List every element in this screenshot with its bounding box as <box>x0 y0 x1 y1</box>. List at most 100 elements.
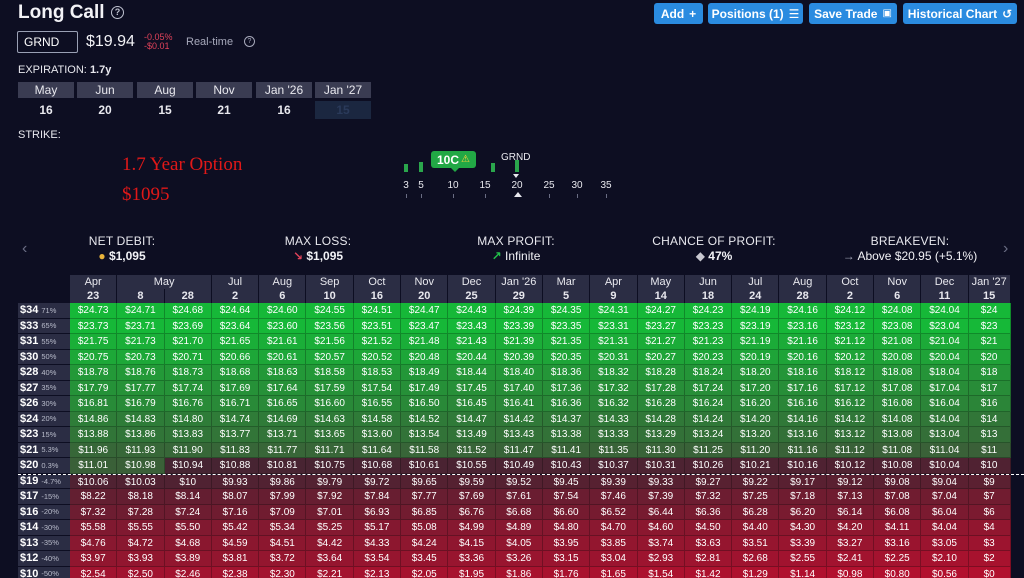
pl-cell[interactable]: $7.69 <box>448 489 496 505</box>
pl-cell[interactable]: $16.08 <box>874 396 922 412</box>
info-icon[interactable]: ? <box>244 36 255 47</box>
pl-cell[interactable]: $21.43 <box>448 334 496 350</box>
pl-cell[interactable]: $10.43 <box>542 458 591 474</box>
pl-cell[interactable]: $3.36 <box>448 551 496 567</box>
pl-cell[interactable]: $14.24 <box>684 411 733 427</box>
pl-cell[interactable]: $5.34 <box>259 520 307 536</box>
pl-cell[interactable]: $24.19 <box>732 303 780 319</box>
pl-cell[interactable]: $10.55 <box>448 458 496 474</box>
pl-cell[interactable]: $6.60 <box>542 504 591 520</box>
pl-cell[interactable]: $9.33 <box>637 474 685 489</box>
pl-cell[interactable]: $5.50 <box>164 520 212 536</box>
pl-cell[interactable]: $24.08 <box>874 303 922 319</box>
pl-cell[interactable]: $17.64 <box>259 380 307 396</box>
pl-cell[interactable]: $2.30 <box>259 566 307 578</box>
pl-cell[interactable]: $21.27 <box>637 334 685 350</box>
pl-cell[interactable]: $4.68 <box>164 535 212 551</box>
save-trade-button[interactable]: Save Trade ▣ <box>809 3 897 24</box>
pl-cell[interactable]: $18.78 <box>70 365 118 381</box>
pl-cell[interactable]: $18.49 <box>401 365 449 381</box>
exp-month-aug[interactable]: Aug <box>137 82 193 98</box>
pl-cell[interactable]: $10.49 <box>495 458 543 474</box>
pl-cell[interactable]: $7.16 <box>211 504 260 520</box>
pl-cell[interactable]: $18.73 <box>164 365 212 381</box>
positions-button[interactable]: Positions (1) ☰ <box>708 3 803 24</box>
pl-cell[interactable]: $20.23 <box>684 349 733 365</box>
pl-cell[interactable]: $21.70 <box>164 334 212 350</box>
pl-cell[interactable]: $13.16 <box>779 427 827 443</box>
pl-cell[interactable]: $3.74 <box>637 535 685 551</box>
pl-cell[interactable]: $23.04 <box>921 318 969 334</box>
pl-cell[interactable]: $3.39 <box>779 535 827 551</box>
pl-cell[interactable]: $14.20 <box>732 411 780 427</box>
pl-cell[interactable]: $10.04 <box>921 458 969 474</box>
pl-cell[interactable]: $14.74 <box>211 411 260 427</box>
pl-cell[interactable]: $8.14 <box>164 489 212 505</box>
pl-cell[interactable]: $14 <box>968 411 1011 427</box>
pl-cell[interactable]: $9.86 <box>259 474 307 489</box>
pl-cell[interactable]: $17.24 <box>684 380 733 396</box>
pl-cell[interactable]: $0.98 <box>826 566 875 578</box>
pl-cell[interactable]: $17.49 <box>401 380 449 396</box>
pl-cell[interactable]: $7.24 <box>164 504 212 520</box>
pl-cell[interactable]: $18.76 <box>117 365 165 381</box>
pl-cell[interactable]: $23 <box>968 318 1011 334</box>
pl-cell[interactable]: $2.41 <box>826 551 875 567</box>
pl-cell[interactable]: $9.12 <box>826 474 875 489</box>
pl-cell[interactable]: $0 <box>968 566 1011 578</box>
pl-cell[interactable]: $17.28 <box>637 380 685 396</box>
exp-day-aug[interactable]: 15 <box>137 101 193 119</box>
pl-cell[interactable]: $9.65 <box>401 474 449 489</box>
exp-day-may[interactable]: 16 <box>18 101 74 119</box>
pl-cell[interactable]: $1.54 <box>637 566 685 578</box>
pl-cell[interactable]: $13.77 <box>211 427 260 443</box>
pl-cell[interactable]: $7.13 <box>826 489 875 505</box>
pl-cell[interactable]: $9.04 <box>921 474 969 489</box>
pl-cell[interactable]: $13.38 <box>542 427 591 443</box>
pl-cell[interactable]: $13.49 <box>448 427 496 443</box>
pl-cell[interactable]: $21.31 <box>590 334 638 350</box>
pl-cell[interactable]: $11.93 <box>117 442 165 458</box>
pl-cell[interactable]: $9.39 <box>590 474 638 489</box>
pl-cell[interactable]: $4.99 <box>448 520 496 536</box>
pl-cell[interactable]: $24.35 <box>542 303 591 319</box>
next-arrow-icon[interactable]: › <box>1003 240 1008 258</box>
pl-cell[interactable]: $14.47 <box>448 411 496 427</box>
pl-cell[interactable]: $16.16 <box>779 396 827 412</box>
pl-cell[interactable]: $4.30 <box>779 520 827 536</box>
exp-month-jan27[interactable]: Jan '27 <box>315 82 371 98</box>
pl-cell[interactable]: $16.28 <box>637 396 685 412</box>
pl-cell[interactable]: $18.28 <box>637 365 685 381</box>
pl-cell[interactable]: $2.13 <box>353 566 402 578</box>
pl-cell[interactable]: $11.58 <box>401 442 449 458</box>
pl-cell[interactable]: $6 <box>968 504 1011 520</box>
pl-cell[interactable]: $13.12 <box>826 427 875 443</box>
pl-cell[interactable]: $0.80 <box>874 566 922 578</box>
add-button[interactable]: Add + <box>654 3 703 24</box>
pl-cell[interactable]: $17.08 <box>874 380 922 396</box>
pl-cell[interactable]: $17.16 <box>779 380 827 396</box>
pl-cell[interactable]: $2.38 <box>211 566 260 578</box>
pl-cell[interactable]: $4.89 <box>495 520 543 536</box>
pl-cell[interactable]: $17.69 <box>211 380 260 396</box>
pl-cell[interactable]: $20.16 <box>779 349 827 365</box>
pl-cell[interactable]: $14.52 <box>401 411 449 427</box>
pl-cell[interactable]: $21.39 <box>495 334 543 350</box>
pl-cell[interactable]: $7.32 <box>70 504 118 520</box>
pl-cell[interactable]: $9 <box>968 474 1011 489</box>
pl-cell[interactable]: $6.20 <box>779 504 827 520</box>
pl-cell[interactable]: $13.08 <box>874 427 922 443</box>
pl-cell[interactable]: $24.31 <box>590 303 638 319</box>
pl-cell[interactable]: $16.79 <box>117 396 165 412</box>
pl-cell[interactable]: $24.43 <box>448 303 496 319</box>
pl-cell[interactable]: $11.35 <box>590 442 638 458</box>
pl-cell[interactable]: $2.55 <box>779 551 827 567</box>
pl-cell[interactable]: $23.35 <box>542 318 591 334</box>
pl-cell[interactable]: $6.14 <box>826 504 875 520</box>
pl-cell[interactable]: $18.08 <box>874 365 922 381</box>
pl-cell[interactable]: $17.59 <box>306 380 354 396</box>
pl-cell[interactable]: $10.12 <box>826 458 875 474</box>
pl-cell[interactable]: $6.52 <box>590 504 638 520</box>
pl-cell[interactable]: $3.93 <box>117 551 165 567</box>
pl-cell[interactable]: $14.33 <box>590 411 638 427</box>
